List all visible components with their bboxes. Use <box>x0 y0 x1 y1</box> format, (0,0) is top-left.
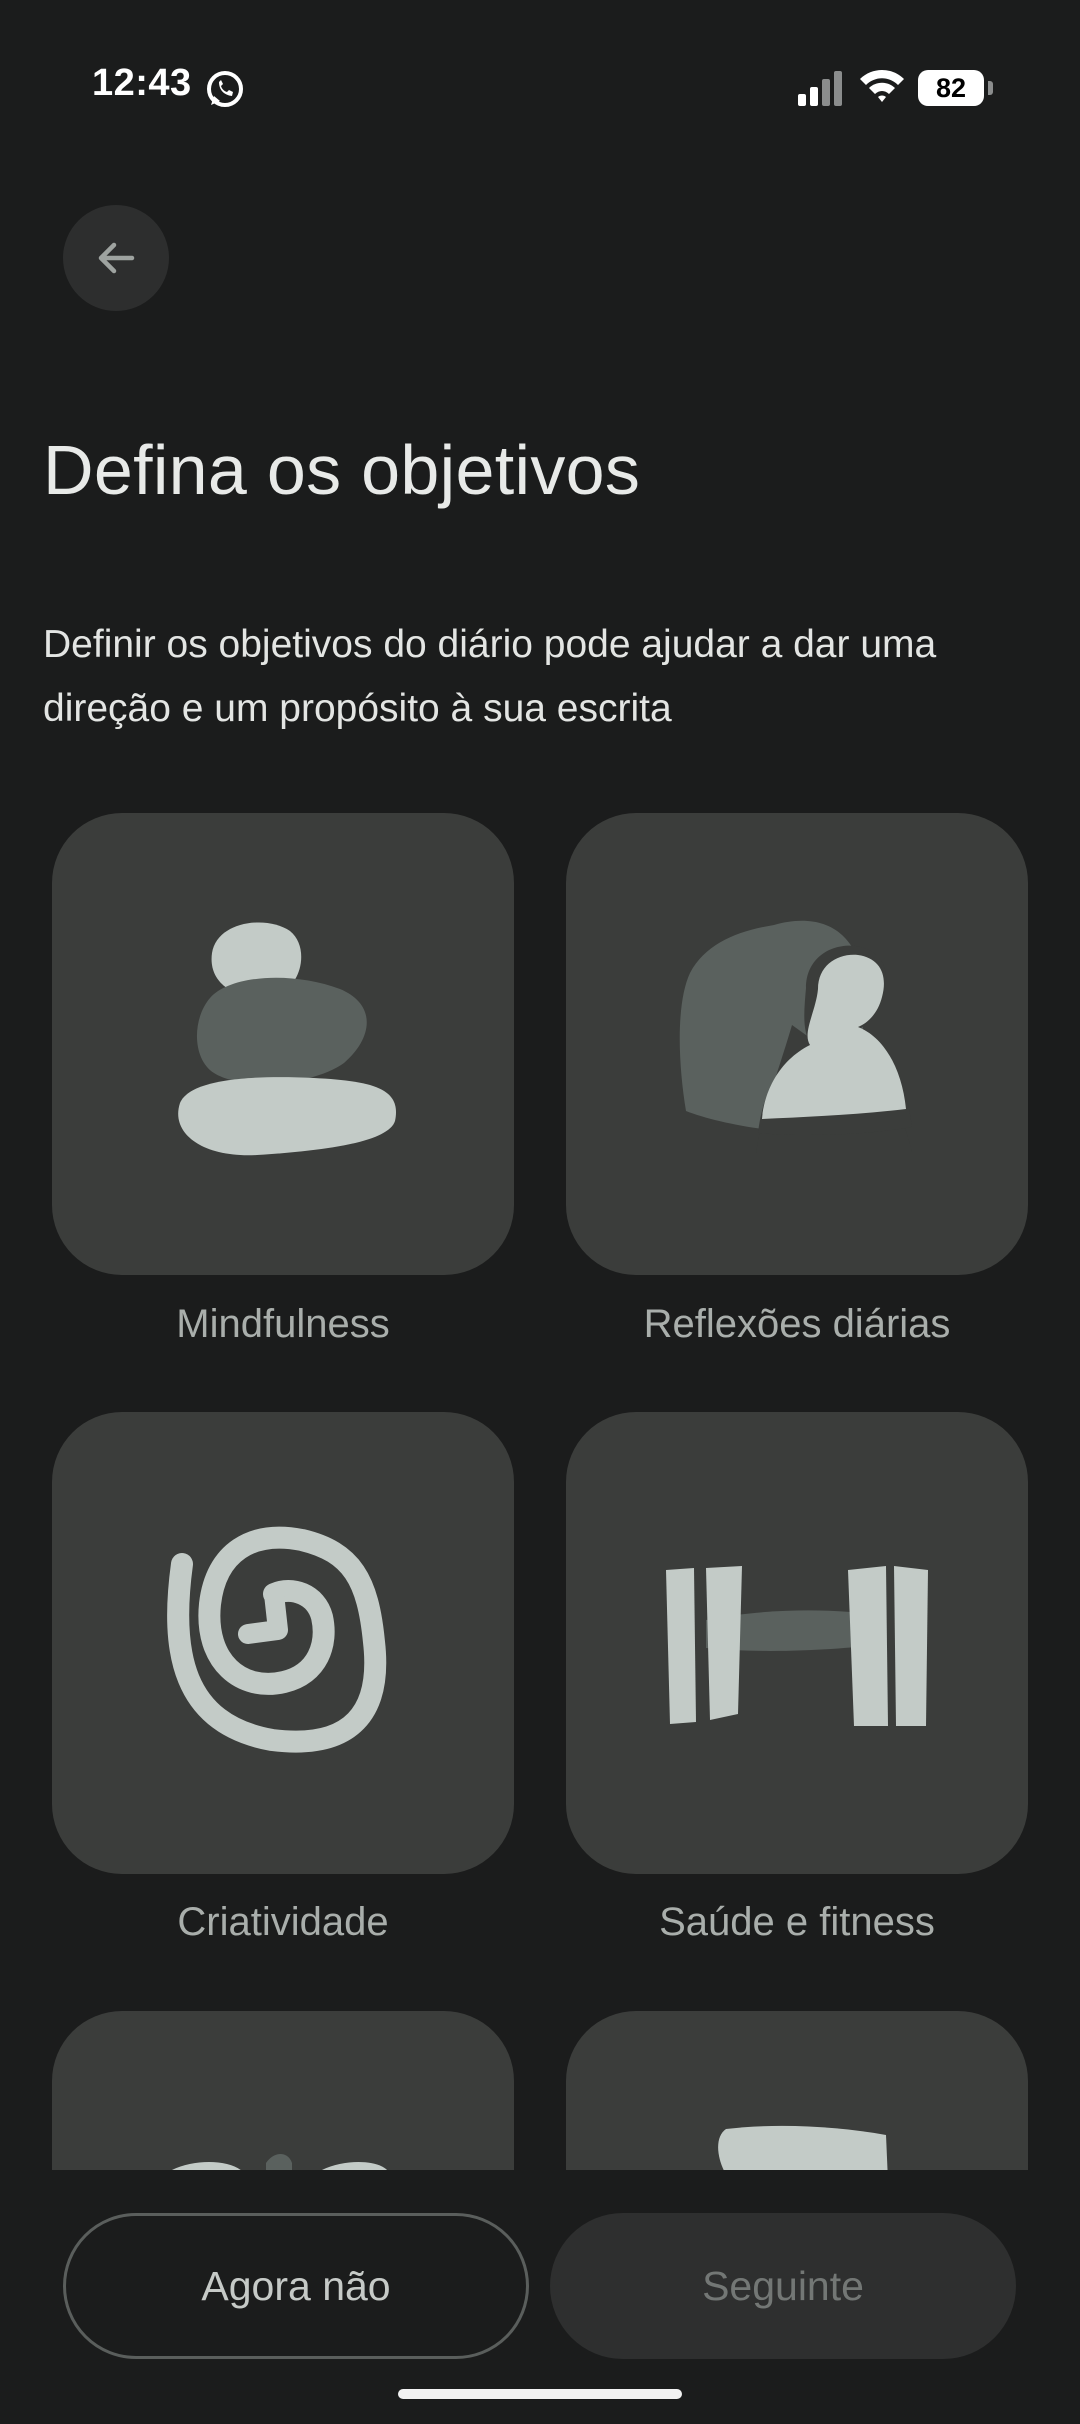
goal-card-partial-left[interactable] <box>52 2011 514 2170</box>
home-indicator[interactable] <box>398 2389 682 2399</box>
goal-card-daily-reflections[interactable] <box>566 813 1028 1275</box>
goal-card-creativity[interactable] <box>52 1412 514 1874</box>
spiral-icon <box>167 1526 387 1753</box>
stacked-stones-icon <box>178 922 397 1156</box>
goal-card-mindfulness[interactable] <box>52 813 514 1275</box>
goal-label-mindfulness: Mindfulness <box>176 1302 390 1346</box>
goal-card-health-fitness[interactable] <box>566 1412 1028 1874</box>
person-silhouette-icon <box>679 920 912 1153</box>
next-button[interactable]: Seguinte <box>550 2213 1016 2359</box>
goal-card-partial-right[interactable] <box>566 2011 1028 2170</box>
goals-grid: Mindfulness Reflexões diárias Criativida… <box>0 0 1080 2170</box>
partial-goal-icon <box>172 2154 387 2170</box>
goal-label-creativity: Criatividade <box>177 1900 389 1944</box>
goal-label-daily-reflections: Reflexões diárias <box>643 1302 951 1346</box>
dumbbell-icon <box>666 1566 928 1726</box>
partial-goal-icon <box>718 2125 888 2170</box>
not-now-button[interactable]: Agora não <box>63 2213 529 2359</box>
goal-label-health-fitness: Saúde e fitness <box>659 1900 935 1944</box>
